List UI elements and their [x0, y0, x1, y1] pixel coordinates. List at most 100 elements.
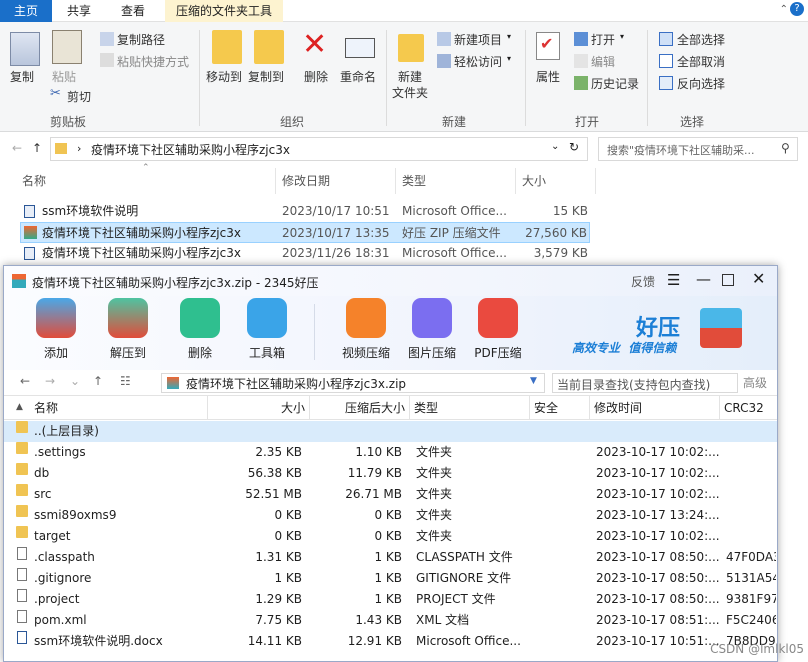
view-mode-icon[interactable]: ☷ — [120, 374, 131, 388]
file-row[interactable]: 疫情环境下社区辅助采购小程序zjc3x 2023/11/26 18:31 Mic… — [20, 243, 590, 264]
image-compress-button[interactable]: 图片压缩 — [402, 298, 462, 361]
cell-size: 1.29 KB — [255, 592, 302, 606]
cell-crc: 47F0DA3 — [726, 550, 776, 564]
properties-button[interactable]: 属性 — [536, 68, 560, 85]
cell-time: 2023-10-17 08:50:... — [596, 592, 720, 606]
cut-button[interactable]: 剪切 — [67, 88, 91, 105]
col-type[interactable]: 类型 — [410, 396, 530, 420]
table-row[interactable]: target 0 KB 0 KB 文件夹 2023-10-17 10:02:... — [4, 526, 777, 547]
history-button[interactable]: 历史记录 — [591, 75, 639, 92]
file-name: 疫情环境下社区辅助采购小程序zjc3x — [42, 246, 241, 260]
rename-button[interactable]: 重命名 — [340, 68, 376, 85]
scissors-icon: ✂ — [50, 86, 61, 101]
table-row[interactable]: pom.xml 7.75 KB 1.43 KB XML 文档 2023-10-17 08… — [4, 610, 777, 631]
pdf-compress-button[interactable]: PDF压缩 — [468, 298, 528, 361]
col-crc32[interactable]: CRC32 — [720, 396, 777, 420]
col-security[interactable]: 安全 — [530, 396, 590, 420]
video-compress-button[interactable]: 视频压缩 — [336, 298, 396, 361]
copy-button[interactable]: 复制 — [10, 68, 34, 85]
invert-selection-button[interactable]: 反向选择 — [677, 75, 725, 92]
folder-icon — [16, 484, 28, 496]
tab-share[interactable]: 共享 — [56, 0, 102, 22]
col-compressed-size[interactable]: 压缩后大小 — [310, 396, 410, 420]
close-icon[interactable]: ✕ — [752, 269, 765, 288]
new-folder-label-2[interactable]: 文件夹 — [392, 84, 428, 101]
back-icon[interactable]: ← — [20, 374, 30, 388]
search-box[interactable]: 搜索"疫情环境下社区辅助采... ⚲ — [598, 137, 798, 161]
copy-to-button[interactable]: 复制到 — [248, 68, 284, 85]
chevron-down-icon[interactable]: ⌄ — [70, 374, 80, 388]
table-row[interactable]: src 52.51 MB 26.71 MB 文件夹 2023-10-17 10:02:.… — [4, 484, 777, 505]
archive-search-placeholder: 当前目录查找(支持包内查找) — [557, 378, 711, 392]
new-item-button[interactable]: 新建项目 — [454, 31, 502, 48]
cell-time: 2023-10-17 08:50:... — [596, 571, 720, 585]
file-row[interactable]: ssm环境软件说明 2023/10/17 10:51 Microsoft Off… — [20, 201, 590, 222]
tab-home[interactable]: 主页 — [0, 0, 52, 22]
back-icon[interactable]: ← — [12, 141, 22, 155]
maximize-icon[interactable] — [722, 274, 734, 286]
table-row[interactable]: ..(上层目录) — [4, 421, 777, 442]
paste-shortcut-button[interactable]: 粘贴快捷方式 — [117, 53, 189, 70]
col-modified[interactable]: 修改时间 — [590, 396, 720, 420]
col-type[interactable]: 类型 — [402, 172, 426, 189]
edit-button[interactable]: 编辑 — [591, 53, 615, 70]
cell-name: .settings — [34, 445, 86, 459]
advanced-search-link[interactable]: 高级 — [743, 374, 767, 391]
select-all-button[interactable]: 全部选择 — [677, 31, 725, 48]
rename-icon — [345, 38, 375, 58]
haozip-nav: ← → ⌄ ↑ ☷ 疫情环境下社区辅助采购小程序zjc3x.zip ▼ 当前目录… — [4, 370, 777, 396]
table-row[interactable]: db 56.38 KB 11.79 KB 文件夹 2023-10-17 10:02:..… — [4, 463, 777, 484]
minimize-icon[interactable]: — — [696, 270, 711, 288]
delete-button[interactable]: 删除 — [304, 68, 328, 85]
table-row[interactable]: .settings 2.35 KB 1.10 KB 文件夹 2023-10-17 10:… — [4, 442, 777, 463]
toolbox-button[interactable]: 工具箱 — [237, 298, 297, 361]
col-name[interactable]: 名称 — [22, 172, 46, 189]
new-folder-label-1[interactable]: 新建 — [398, 68, 422, 85]
chevron-down-icon[interactable]: ⌄ — [551, 141, 559, 152]
paste-button[interactable]: 粘贴 — [52, 68, 76, 85]
delete-archive-button[interactable]: 删除 — [170, 298, 230, 361]
col-size[interactable]: 大小 — [522, 172, 546, 189]
table-row[interactable]: ssm环境软件说明.docx 14.11 KB 12.91 KB Microsoft … — [4, 631, 777, 652]
copy-path-button[interactable]: 复制路径 — [117, 31, 165, 48]
move-to-button[interactable]: 移动到 — [206, 68, 242, 85]
cell-name: src — [34, 487, 52, 501]
table-row[interactable]: .project 1.29 KB 1 KB PROJECT 文件 2023-10-17 … — [4, 589, 777, 610]
col-size[interactable]: 大小 — [208, 396, 310, 420]
cell-csize: 11.79 KB — [347, 466, 402, 480]
easy-access-icon — [437, 54, 451, 68]
add-button[interactable]: 添加 — [26, 298, 86, 361]
table-row[interactable]: .classpath 1.31 KB 1 KB CLASSPATH 文件 2023-10… — [4, 547, 777, 568]
cell-size: 0 KB — [274, 529, 302, 543]
file-row-selected[interactable]: 疫情环境下社区辅助采购小程序zjc3x 2023/10/17 13:35 好压 … — [20, 222, 590, 243]
folder-icon — [55, 143, 67, 154]
up-icon[interactable]: ↑ — [32, 141, 42, 155]
cell-csize: 1.43 KB — [355, 613, 402, 627]
archive-path-box[interactable]: 疫情环境下社区辅助采购小程序zjc3x.zip ▼ — [161, 373, 545, 393]
table-row[interactable]: .gitignore 1 KB 1 KB GITIGNORE 文件 2023-10-17… — [4, 568, 777, 589]
cell-size: 1 KB — [274, 571, 302, 585]
tab-view[interactable]: 查看 — [110, 0, 156, 22]
collapse-ribbon-icon[interactable]: ⌃ — [780, 4, 788, 15]
easy-access-button[interactable]: 轻松访问 — [454, 53, 502, 70]
forward-icon[interactable]: → — [45, 374, 55, 388]
table-row[interactable]: ssmi89oxms9 0 KB 0 KB 文件夹 2023-10-17 13:24:.… — [4, 505, 777, 526]
cell-csize: 26.71 MB — [345, 487, 402, 501]
archive-search-input[interactable]: 当前目录查找(支持包内查找) — [552, 373, 738, 393]
cell-type: 文件夹 — [416, 508, 453, 522]
cell-csize: 1.10 KB — [355, 445, 402, 459]
select-none-button[interactable]: 全部取消 — [677, 53, 725, 70]
up-icon[interactable]: ↑ — [93, 374, 103, 388]
tab-compressed-tools[interactable]: 压缩的文件夹工具 — [165, 0, 283, 22]
address-bar[interactable]: › 疫情环境下社区辅助采购小程序zjc3x ⌄ ↻ — [50, 137, 588, 161]
col-name[interactable]: 名称 — [30, 396, 208, 420]
menu-icon[interactable]: ☰ — [667, 271, 680, 289]
brand-box-icon — [700, 308, 742, 348]
open-button[interactable]: 打开 — [591, 31, 615, 48]
extract-button[interactable]: 解压到 — [98, 298, 158, 361]
feedback-link[interactable]: 反馈 — [631, 273, 655, 290]
refresh-icon[interactable]: ↻ — [569, 140, 579, 154]
ribbon: 复制 粘贴 复制路径 粘贴快捷方式 ✂ 剪切 剪贴板 移动到 复制到 ✕ 删除 … — [0, 22, 808, 132]
help-icon[interactable]: ? — [790, 2, 804, 16]
col-date[interactable]: 修改日期 — [282, 172, 330, 189]
